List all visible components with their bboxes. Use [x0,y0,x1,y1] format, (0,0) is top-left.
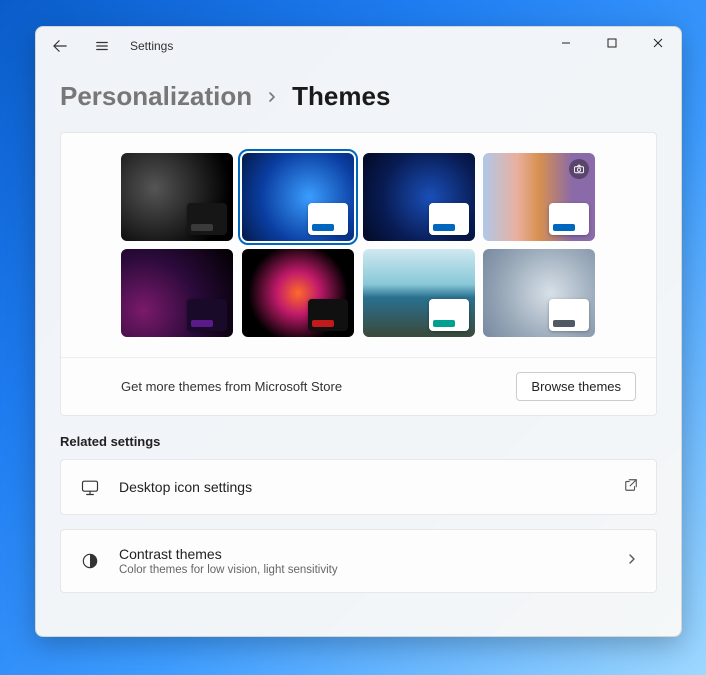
back-arrow-icon [53,39,67,53]
store-label: Get more themes from Microsoft Store [121,379,342,394]
back-button[interactable] [42,28,78,64]
themes-card: Get more themes from Microsoft Store Bro… [60,132,657,416]
maximize-icon [607,38,617,48]
close-icon [653,38,663,48]
titlebar: Settings [36,27,681,65]
related-settings-heading: Related settings [60,434,657,449]
minimize-button[interactable] [543,27,589,59]
close-button[interactable] [635,27,681,59]
window-title: Settings [130,39,173,53]
theme-grid [61,133,656,357]
theme-swatch [187,299,227,331]
nav-menu-button[interactable] [84,28,120,64]
theme-thumb-0[interactable] [121,153,233,241]
row-title: Desktop icon settings [119,479,606,495]
camera-icon [569,159,589,179]
browse-themes-button[interactable]: Browse themes [516,372,636,401]
row-subtitle: Color themes for low vision, light sensi… [119,564,608,576]
contrast-icon [79,550,101,572]
contrast-themes-row[interactable]: Contrast themes Color themes for low vis… [60,529,657,593]
theme-thumb-4[interactable] [121,249,233,337]
theme-swatch [429,203,469,235]
theme-accent [191,320,213,327]
open-external-icon [624,478,638,497]
breadcrumb-parent[interactable]: Personalization [60,81,252,112]
theme-thumb-1[interactable] [242,153,354,241]
theme-swatch [187,203,227,235]
theme-accent [312,320,334,327]
store-row: Get more themes from Microsoft Store Bro… [61,357,656,415]
theme-swatch [308,203,348,235]
theme-thumb-7[interactable] [483,249,595,337]
chevron-right-icon [626,552,638,570]
settings-window: Settings Personalization Themes Get mor [35,26,682,637]
theme-swatch [308,299,348,331]
theme-thumb-2[interactable] [363,153,475,241]
theme-thumb-6[interactable] [363,249,475,337]
theme-accent [553,224,575,231]
monitor-icon [79,476,101,498]
breadcrumb: Personalization Themes [60,81,657,112]
window-controls [543,27,681,59]
maximize-button[interactable] [589,27,635,59]
theme-swatch [429,299,469,331]
theme-thumb-5[interactable] [242,249,354,337]
theme-accent [191,224,213,231]
theme-thumb-3[interactable] [483,153,595,241]
minimize-icon [561,38,571,48]
chevron-right-icon [266,91,278,103]
breadcrumb-current: Themes [292,81,390,112]
content-scroll[interactable]: Personalization Themes Get more themes f… [36,65,681,636]
theme-accent [553,320,575,327]
hamburger-icon [95,39,109,53]
theme-accent [433,320,455,327]
desktop-icon-settings-row[interactable]: Desktop icon settings [60,459,657,515]
theme-accent [433,224,455,231]
theme-accent [312,224,334,231]
theme-swatch [549,203,589,235]
row-title: Contrast themes [119,546,608,562]
theme-swatch [549,299,589,331]
